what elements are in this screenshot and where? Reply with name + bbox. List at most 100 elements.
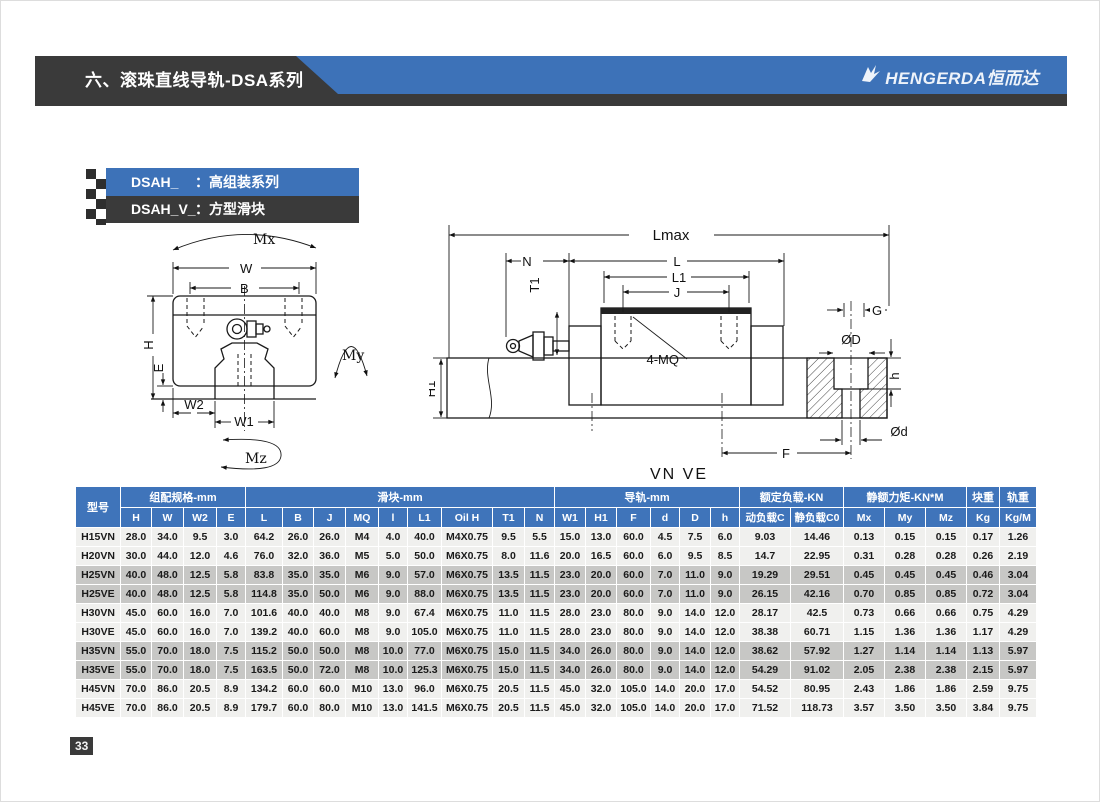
value-cell: 134.2: [246, 680, 282, 698]
value-cell: 77.0: [408, 642, 441, 660]
value-cell: 2.15: [967, 661, 999, 679]
value-cell: 118.73: [791, 699, 843, 717]
value-cell: M6X0.75: [442, 680, 492, 698]
value-cell: M10: [346, 699, 378, 717]
value-cell: 40.0: [314, 604, 345, 622]
value-cell: M6X0.75: [442, 604, 492, 622]
value-cell: 14.0: [651, 699, 679, 717]
header-bar: 六、滚珠直线导轨-DSA系列 HENGERDA恒而达: [35, 56, 1067, 106]
value-cell: 32.0: [586, 680, 616, 698]
value-cell: 0.31: [844, 547, 884, 565]
value-cell: M10: [346, 680, 378, 698]
value-cell: 30.0: [121, 547, 151, 565]
value-cell: 11.5: [525, 680, 554, 698]
model-cell: H20VN: [76, 547, 120, 565]
value-cell: 72.0: [314, 661, 345, 679]
col-header: MQ: [346, 508, 378, 527]
table-row: H25VE40.048.012.55.8114.835.050.0M69.088…: [76, 585, 1036, 603]
value-cell: 15.0: [555, 528, 585, 546]
value-cell: 11.5: [525, 699, 554, 717]
model-cell: H45VN: [76, 680, 120, 698]
value-cell: 0.46: [967, 566, 999, 584]
value-cell: 0.73: [844, 604, 884, 622]
value-cell: 0.26: [967, 547, 999, 565]
value-cell: 11.0: [493, 604, 524, 622]
value-cell: 22.95: [791, 547, 843, 565]
logo-bird-icon: [859, 64, 881, 88]
value-cell: 0.45: [885, 566, 925, 584]
value-cell: 19.29: [740, 566, 790, 584]
value-cell: 1.17: [967, 623, 999, 641]
value-cell: 11.0: [493, 623, 524, 641]
col-header: D: [680, 508, 710, 527]
col-group-header: 额定负载-KN: [740, 487, 843, 507]
value-cell: 80.0: [617, 642, 650, 660]
value-cell: 105.0: [408, 623, 441, 641]
value-cell: 91.02: [791, 661, 843, 679]
dim-label-mx: Mx: [253, 232, 275, 248]
col-group-header: 型号: [76, 487, 120, 527]
value-cell: M8: [346, 604, 378, 622]
dim-label-mq: 4-MQ: [647, 352, 680, 367]
value-cell: 0.85: [885, 585, 925, 603]
value-cell: 26.15: [740, 585, 790, 603]
value-cell: 1.26: [1000, 528, 1036, 546]
dim-label-f: F: [782, 446, 790, 461]
value-cell: M8: [346, 661, 378, 679]
value-cell: 7.5: [217, 642, 245, 660]
value-cell: 9.5: [680, 547, 710, 565]
value-cell: 16.0: [184, 604, 216, 622]
value-cell: 3.57: [844, 699, 884, 717]
value-cell: 2.38: [926, 661, 966, 679]
dim-label-lmax: Lmax: [653, 227, 690, 244]
value-cell: 1.27: [844, 642, 884, 660]
value-cell: 20.0: [586, 566, 616, 584]
col-group-header: 静额力矩-KN*M: [844, 487, 966, 507]
value-cell: 163.5: [246, 661, 282, 679]
value-cell: 105.0: [617, 699, 650, 717]
value-cell: 23.0: [555, 566, 585, 584]
dim-label-b: B: [240, 281, 249, 296]
value-cell: 70.0: [152, 642, 183, 660]
value-cell: 20.5: [493, 680, 524, 698]
value-cell: 5.0: [379, 547, 407, 565]
series-code: DSAH_: [131, 168, 195, 196]
value-cell: 28.0: [555, 623, 585, 641]
value-cell: 7.0: [651, 566, 679, 584]
value-cell: 9.0: [651, 642, 679, 660]
col-group-header: 滑块-mm: [246, 487, 554, 507]
value-cell: 3.04: [1000, 585, 1036, 603]
table-row: H15VN28.034.09.53.064.226.026.0M44.040.0…: [76, 528, 1036, 546]
value-cell: 13.0: [379, 699, 407, 717]
value-cell: 71.52: [740, 699, 790, 717]
value-cell: 20.5: [184, 699, 216, 717]
value-cell: 114.8: [246, 585, 282, 603]
value-cell: 17.0: [711, 680, 739, 698]
value-cell: 80.0: [617, 623, 650, 641]
value-cell: 20.0: [680, 680, 710, 698]
value-cell: 4.29: [1000, 623, 1036, 641]
value-cell: 80.95: [791, 680, 843, 698]
value-cell: 34.0: [152, 528, 183, 546]
value-cell: 16.0: [184, 623, 216, 641]
value-cell: 9.0: [651, 661, 679, 679]
value-cell: 0.85: [926, 585, 966, 603]
value-cell: 50.0: [314, 642, 345, 660]
value-cell: M8: [346, 642, 378, 660]
value-cell: 179.7: [246, 699, 282, 717]
col-header: My: [885, 508, 925, 527]
value-cell: 3.50: [885, 699, 925, 717]
value-cell: 0.72: [967, 585, 999, 603]
value-cell: 2.43: [844, 680, 884, 698]
value-cell: 57.92: [791, 642, 843, 660]
value-cell: M5: [346, 547, 378, 565]
model-cell: H35VN: [76, 642, 120, 660]
value-cell: 1.36: [926, 623, 966, 641]
value-cell: 11.5: [525, 642, 554, 660]
value-cell: 60.71: [791, 623, 843, 641]
model-cell: H25VN: [76, 566, 120, 584]
value-cell: M4: [346, 528, 378, 546]
dim-label-mz: Mz: [245, 451, 267, 467]
value-cell: 2.59: [967, 680, 999, 698]
value-cell: 1.86: [926, 680, 966, 698]
